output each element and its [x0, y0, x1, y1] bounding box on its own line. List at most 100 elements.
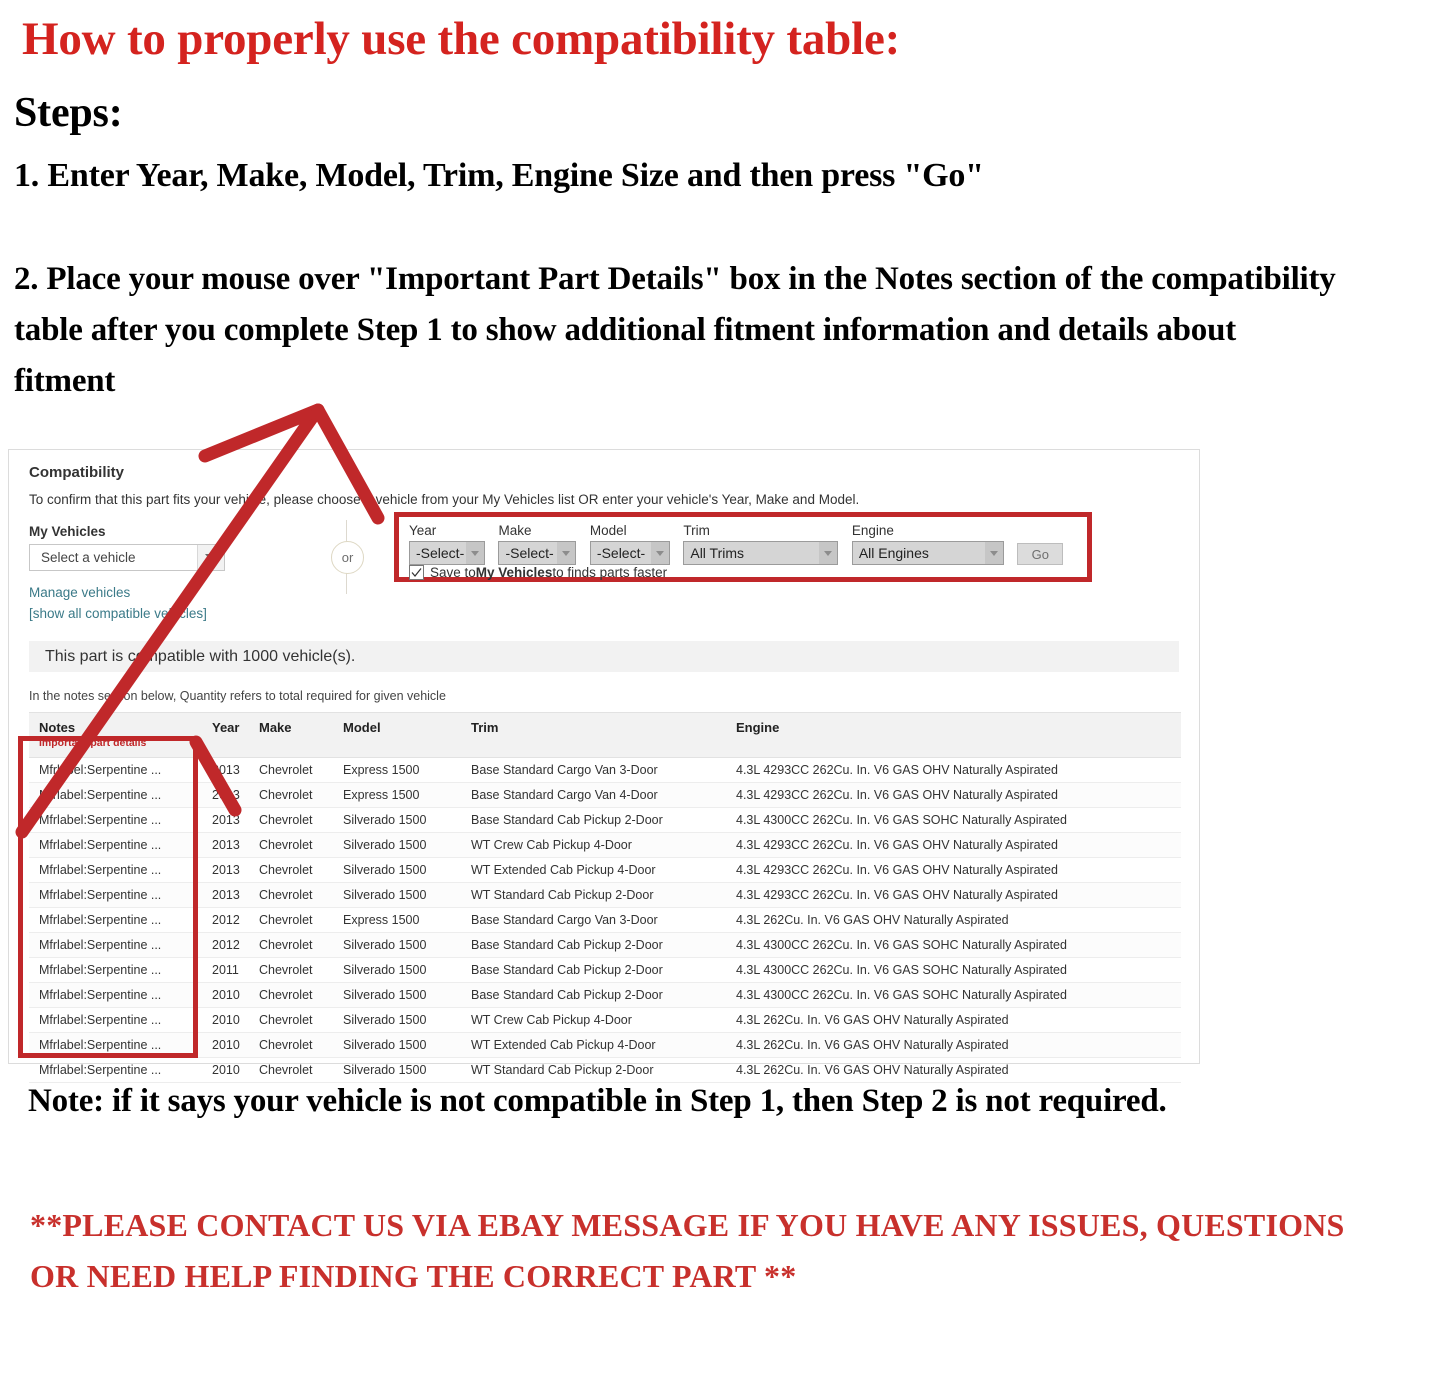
column-header-engine: Engine: [726, 712, 1181, 758]
cell-year: 2012: [202, 932, 249, 958]
cell-notes[interactable]: Mfrlabel:Serpentine ...: [29, 807, 202, 833]
table-row: Mfrlabel:Serpentine ... 2010 Chevrolet Silv…: [29, 1007, 1181, 1033]
chevron-down-icon: [466, 542, 484, 564]
make-select[interactable]: -Select-: [498, 541, 577, 565]
cell-engine: 4.3L 4293CC 262Cu. In. V6 GAS OHV Natura…: [726, 757, 1181, 783]
cell-model: Express 1500: [333, 907, 461, 933]
cell-notes[interactable]: Mfrlabel:Serpentine ...: [29, 982, 202, 1008]
my-vehicles-select[interactable]: Select a vehicle: [29, 544, 225, 571]
cell-engine: 4.3L 4300CC 262Cu. In. V6 GAS SOHC Natur…: [726, 982, 1181, 1008]
cell-trim: WT Crew Cab Pickup 4-Door: [461, 1007, 726, 1033]
my-vehicles-select-value: Select a vehicle: [41, 550, 136, 565]
table-row: Mfrlabel:Serpentine ... 2013 Chevrolet Silv…: [29, 882, 1181, 908]
table-row: Mfrlabel:Serpentine ... 2012 Chevrolet Expr…: [29, 907, 1181, 933]
cell-notes[interactable]: Mfrlabel:Serpentine ...: [29, 882, 202, 908]
cell-trim: WT Standard Cab Pickup 2-Door: [461, 882, 726, 908]
cell-notes[interactable]: Mfrlabel:Serpentine ...: [29, 757, 202, 783]
cell-year: 2010: [202, 1007, 249, 1033]
table-row: Mfrlabel:Serpentine ... 2013 Chevrolet Expr…: [29, 757, 1181, 783]
save-to-my-vehicles-row: Save to My Vehicles to finds parts faste…: [409, 565, 667, 580]
cell-year: 2013: [202, 857, 249, 883]
my-vehicles-label: My Vehicles: [29, 524, 106, 539]
fitment-table-body: Mfrlabel:Serpentine ... 2013 Chevrolet Expr…: [29, 757, 1181, 1083]
ymm-form: Year -Select- Make -Select- Model -Selec…: [409, 523, 1064, 565]
cell-engine: 4.3L 4293CC 262Cu. In. V6 GAS OHV Natura…: [726, 857, 1181, 883]
or-label: or: [331, 541, 364, 574]
cell-notes[interactable]: Mfrlabel:Serpentine ...: [29, 932, 202, 958]
cell-make: Chevrolet: [249, 832, 333, 858]
save-bold-text: My Vehicles: [475, 565, 553, 580]
save-prefix-text: Save to: [430, 565, 476, 580]
manage-vehicles-link[interactable]: Manage vehicles: [29, 585, 130, 600]
cell-trim: Base Standard Cab Pickup 2-Door: [461, 957, 726, 983]
cell-engine: 4.3L 4293CC 262Cu. In. V6 GAS OHV Natura…: [726, 782, 1181, 808]
cell-engine: 4.3L 262Cu. In. V6 GAS OHV Naturally Asp…: [726, 1007, 1181, 1033]
compatibility-subtitle: To confirm that this part fits your vehi…: [29, 492, 860, 507]
cell-model: Silverado 1500: [333, 807, 461, 833]
cell-notes[interactable]: Mfrlabel:Serpentine ...: [29, 907, 202, 933]
engine-select-value: All Engines: [858, 545, 929, 561]
cell-year: 2013: [202, 882, 249, 908]
save-to-my-vehicles-checkbox[interactable]: [409, 565, 424, 580]
engine-field-group: Engine All Engines: [851, 523, 1004, 565]
column-header-model: Model: [333, 712, 461, 758]
cell-year: 2013: [202, 807, 249, 833]
year-field-group: Year -Select-: [409, 523, 485, 565]
cell-trim: WT Extended Cab Pickup 4-Door: [461, 857, 726, 883]
cell-trim: Base Standard Cargo Van 3-Door: [461, 907, 726, 933]
cell-notes[interactable]: Mfrlabel:Serpentine ...: [29, 782, 202, 808]
table-row: Mfrlabel:Serpentine ... 2012 Chevrolet Silv…: [29, 932, 1181, 958]
cell-engine: 4.3L 4300CC 262Cu. In. V6 GAS SOHC Natur…: [726, 932, 1181, 958]
model-field-group: Model -Select-: [589, 523, 670, 565]
model-select[interactable]: -Select-: [589, 541, 670, 565]
cell-notes[interactable]: Mfrlabel:Serpentine ...: [29, 1007, 202, 1033]
table-row: Mfrlabel:Serpentine ... 2013 Chevrolet Silv…: [29, 857, 1181, 883]
column-header-make: Make: [249, 712, 333, 758]
column-header-year: Year: [202, 712, 249, 758]
my-vehicles-block: My Vehicles Select a vehicle Manage vehi…: [29, 524, 269, 602]
engine-select[interactable]: All Engines: [851, 541, 1004, 565]
table-row: Mfrlabel:Serpentine ... 2010 Chevrolet Silv…: [29, 982, 1181, 1008]
cell-model: Silverado 1500: [333, 1032, 461, 1058]
cell-trim: WT Extended Cab Pickup 4-Door: [461, 1032, 726, 1058]
cell-make: Chevrolet: [249, 957, 333, 983]
chevron-down-icon: [984, 542, 1003, 564]
make-field-group: Make -Select-: [498, 523, 577, 565]
cell-engine: 4.3L 262Cu. In. V6 GAS OHV Naturally Asp…: [726, 1032, 1181, 1058]
show-all-compatible-vehicles-link[interactable]: [show all compatible vehicles]: [29, 606, 207, 621]
trim-label: Trim: [683, 523, 710, 538]
cell-make: Chevrolet: [249, 782, 333, 808]
cell-make: Chevrolet: [249, 1032, 333, 1058]
step-2-text: 2. Place your mouse over "Important Part…: [14, 261, 1336, 400]
step-1-text: 1. Enter Year, Make, Model, Trim, Engine…: [14, 157, 984, 194]
engine-label: Engine: [851, 523, 894, 538]
model-label: Model: [589, 523, 627, 538]
cell-trim: Base Standard Cargo Van 3-Door: [461, 757, 726, 783]
year-select[interactable]: -Select-: [409, 541, 485, 565]
page-title: How to properly use the compatibility ta…: [22, 13, 901, 65]
table-row: Mfrlabel:Serpentine ... 2011 Chevrolet Silv…: [29, 957, 1181, 983]
table-row: Mfrlabel:Serpentine ... 2013 Chevrolet Silv…: [29, 832, 1181, 858]
cell-model: Silverado 1500: [333, 857, 461, 883]
compatibility-panel: Compatibility To confirm that this part …: [8, 449, 1200, 1083]
contact-text: **PLEASE CONTACT US VIA EBAY MESSAGE IF …: [30, 1207, 1345, 1295]
cell-trim: Base Standard Cab Pickup 2-Door: [461, 807, 726, 833]
cell-year: 2010: [202, 1032, 249, 1058]
make-select-value: -Select-: [505, 545, 554, 561]
trim-select[interactable]: All Trims: [683, 541, 839, 565]
cell-engine: 4.3L 262Cu. In. V6 GAS OHV Naturally Asp…: [726, 907, 1181, 933]
compatibility-heading: Compatibility: [29, 464, 125, 481]
cell-notes[interactable]: Mfrlabel:Serpentine ...: [29, 957, 202, 983]
cell-notes[interactable]: Mfrlabel:Serpentine ...: [29, 857, 202, 883]
cell-model: Silverado 1500: [333, 932, 461, 958]
trim-field-group: Trim All Trims: [683, 523, 839, 565]
go-button[interactable]: Go: [1017, 543, 1064, 565]
cell-make: Chevrolet: [249, 907, 333, 933]
cell-model: Express 1500: [333, 757, 461, 783]
cell-notes[interactable]: Mfrlabel:Serpentine ...: [29, 832, 202, 858]
chevron-down-icon: [557, 542, 576, 564]
chevron-down-icon: [197, 545, 224, 570]
cell-notes[interactable]: Mfrlabel:Serpentine ...: [29, 1032, 202, 1058]
column-header-notes-sublabel: Important part details: [39, 737, 147, 749]
cell-trim: Base Standard Cab Pickup 2-Door: [461, 982, 726, 1008]
